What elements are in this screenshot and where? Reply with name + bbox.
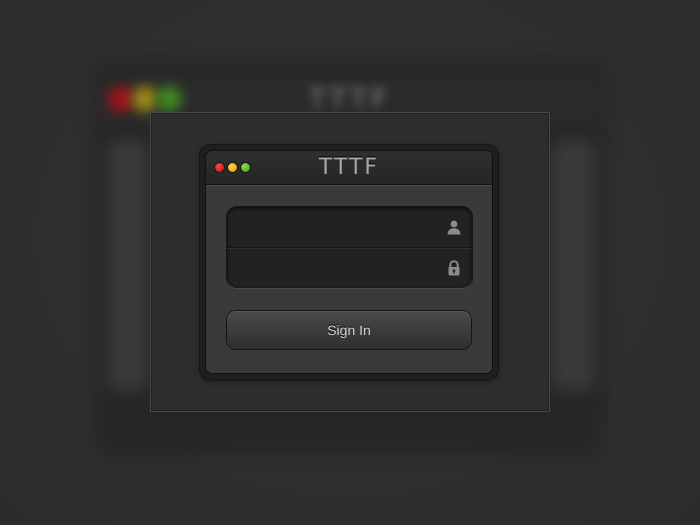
username-input[interactable] (227, 207, 432, 247)
background-title: TTTF (308, 82, 392, 115)
user-icon (446, 219, 462, 235)
background-left-edge (108, 140, 148, 390)
lock-icon (446, 260, 462, 276)
window-title: TTTF (318, 155, 380, 180)
username-field[interactable] (227, 207, 472, 247)
password-input[interactable] (227, 248, 432, 288)
login-window: TTTF Sign In (200, 145, 498, 379)
credentials-fieldset (227, 207, 472, 288)
background-zoom-dot (156, 86, 182, 112)
password-field[interactable] (227, 248, 472, 288)
sign-in-button[interactable]: Sign In (227, 311, 471, 349)
window-titlebar[interactable]: TTTF (206, 151, 492, 185)
background-minimize-dot (132, 86, 158, 112)
background-right-edge (552, 140, 594, 390)
login-window-body: TTTF Sign In (206, 151, 492, 373)
background-close-dot (108, 86, 134, 112)
stage: TTTF TTTF Sign In (0, 0, 700, 525)
